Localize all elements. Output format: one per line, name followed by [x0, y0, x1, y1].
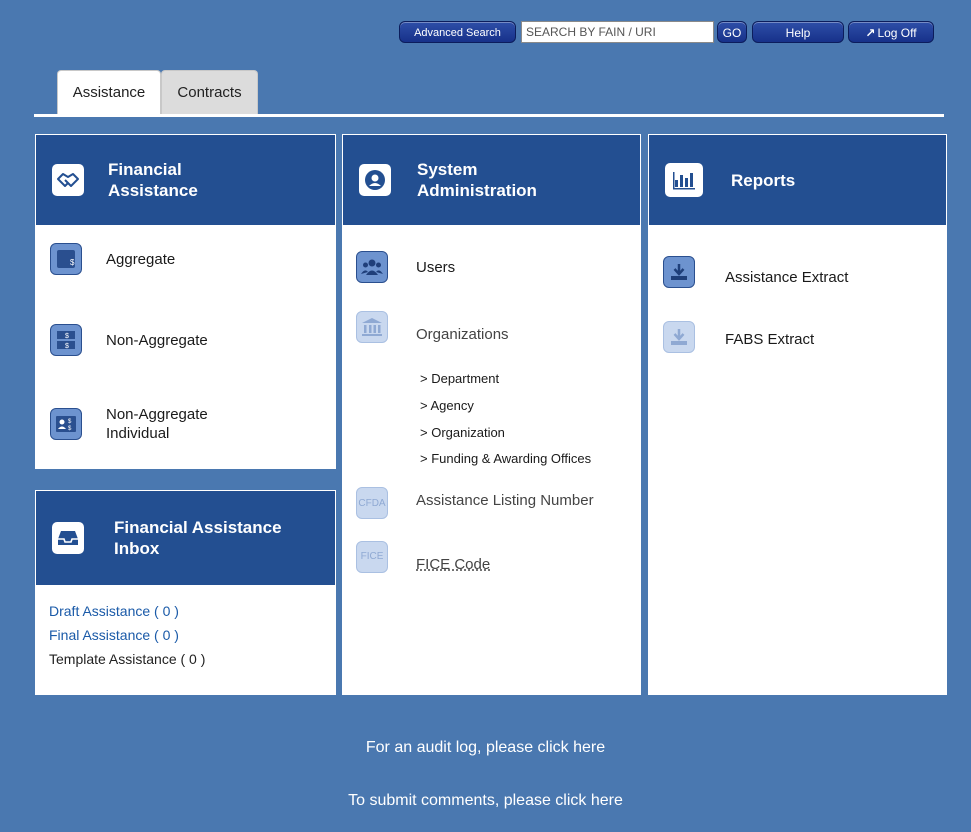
non-aggregate-label: Non-Aggregate: [106, 331, 208, 349]
handshake-icon: [52, 164, 84, 196]
aggregate-item[interactable]: $ Aggregate: [50, 243, 175, 275]
submit-comments-link[interactable]: To submit comments, please click here: [0, 792, 971, 810]
cfda-icon: CFDA: [356, 487, 388, 519]
non-aggregate-individual-label: Non-Aggregate Individual: [106, 406, 208, 442]
reports-title: Reports: [731, 170, 796, 190]
advanced-search-button[interactable]: Advanced Search: [399, 21, 516, 43]
reports-panel: Reports Assistance Extract FABS Extract: [648, 134, 947, 695]
fice-icon: FICE: [356, 540, 388, 573]
assistance-extract-item[interactable]: Assistance Extract: [663, 256, 848, 288]
fabs-extract-label: FABS Extract: [725, 330, 815, 348]
log-off-label: Log Off: [877, 26, 917, 40]
reports-header: Reports: [649, 135, 946, 225]
fice-code-label: FICE Code: [416, 556, 491, 573]
user-circle-icon: [359, 164, 391, 196]
top-toolbar: Advanced Search GO Help ↗Log Off: [0, 17, 971, 47]
financial-assistance-title: Financial Assistance: [108, 160, 198, 200]
financial-assistance-inbox-panel: Financial Assistance Inbox Draft Assista…: [35, 490, 336, 695]
bar-chart-icon: [665, 163, 703, 197]
draft-assistance-link[interactable]: Draft Assistance ( 0 ): [49, 603, 179, 619]
users-label: Users: [416, 258, 456, 276]
double-dollar-bill-icon: $ $: [50, 324, 82, 356]
agency-link[interactable]: > Agency: [420, 398, 474, 413]
organization-link[interactable]: > Organization: [420, 425, 505, 440]
dollar-bill-icon: $: [50, 243, 82, 275]
organizations-item[interactable]: Organizations: [356, 309, 509, 344]
funding-awarding-offices-link[interactable]: > Funding & Awarding Offices: [420, 451, 591, 466]
audit-log-link[interactable]: For an audit log, please click here: [0, 739, 971, 757]
users-item[interactable]: Users: [356, 251, 455, 283]
template-assistance-text: Template Assistance ( 0 ): [49, 651, 206, 667]
assistance-listing-number-label: Assistance Listing Number: [416, 491, 594, 509]
system-administration-header: System Administration: [343, 135, 640, 225]
help-button[interactable]: Help: [752, 21, 844, 43]
go-button[interactable]: GO: [717, 21, 747, 43]
person-dollar-icon: $ $: [50, 408, 82, 440]
users-group-icon: [356, 251, 388, 283]
download-tray-icon: [663, 256, 695, 288]
organizations-label: Organizations: [416, 326, 509, 343]
department-link[interactable]: > Department: [420, 371, 499, 386]
download-tray-icon: [663, 321, 695, 353]
non-aggregate-item[interactable]: $ $ Non-Aggregate: [50, 324, 208, 356]
financial-assistance-header: Financial Assistance: [36, 135, 335, 225]
tab-divider: [34, 114, 944, 117]
tab-contracts[interactable]: Contracts: [161, 70, 258, 115]
inbox-header: Financial Assistance Inbox: [36, 491, 335, 585]
fabs-extract-item[interactable]: FABS Extract: [663, 321, 814, 353]
inbox-title: Financial Assistance Inbox: [114, 518, 282, 558]
assistance-listing-number-item[interactable]: CFDA Assistance Listing Number: [356, 487, 594, 519]
system-administration-panel: System Administration Users Organization…: [342, 134, 641, 695]
fice-code-item[interactable]: FICE FICE Code: [356, 539, 490, 574]
svg-text:$: $: [70, 258, 75, 267]
aggregate-label: Aggregate: [106, 250, 176, 268]
assistance-extract-label: Assistance Extract: [725, 268, 849, 286]
fain-uri-search-input[interactable]: [521, 21, 714, 43]
tab-assistance[interactable]: Assistance: [57, 70, 161, 115]
financial-assistance-panel: Financial Assistance $ Aggregate $ $ Non-…: [35, 134, 336, 469]
final-assistance-link[interactable]: Final Assistance ( 0 ): [49, 627, 179, 643]
institution-building-icon: [356, 310, 388, 343]
arrow-up-right-icon: ↗: [865, 26, 876, 40]
system-administration-title: System Administration: [417, 160, 537, 200]
log-off-button[interactable]: ↗ Log Off: [848, 21, 934, 43]
svg-text:$: $: [65, 333, 69, 340]
inbox-tray-icon: [52, 522, 84, 554]
svg-text:$: $: [65, 343, 69, 350]
non-aggregate-individual-item[interactable]: $ $ Non-Aggregate Individual: [50, 405, 208, 443]
